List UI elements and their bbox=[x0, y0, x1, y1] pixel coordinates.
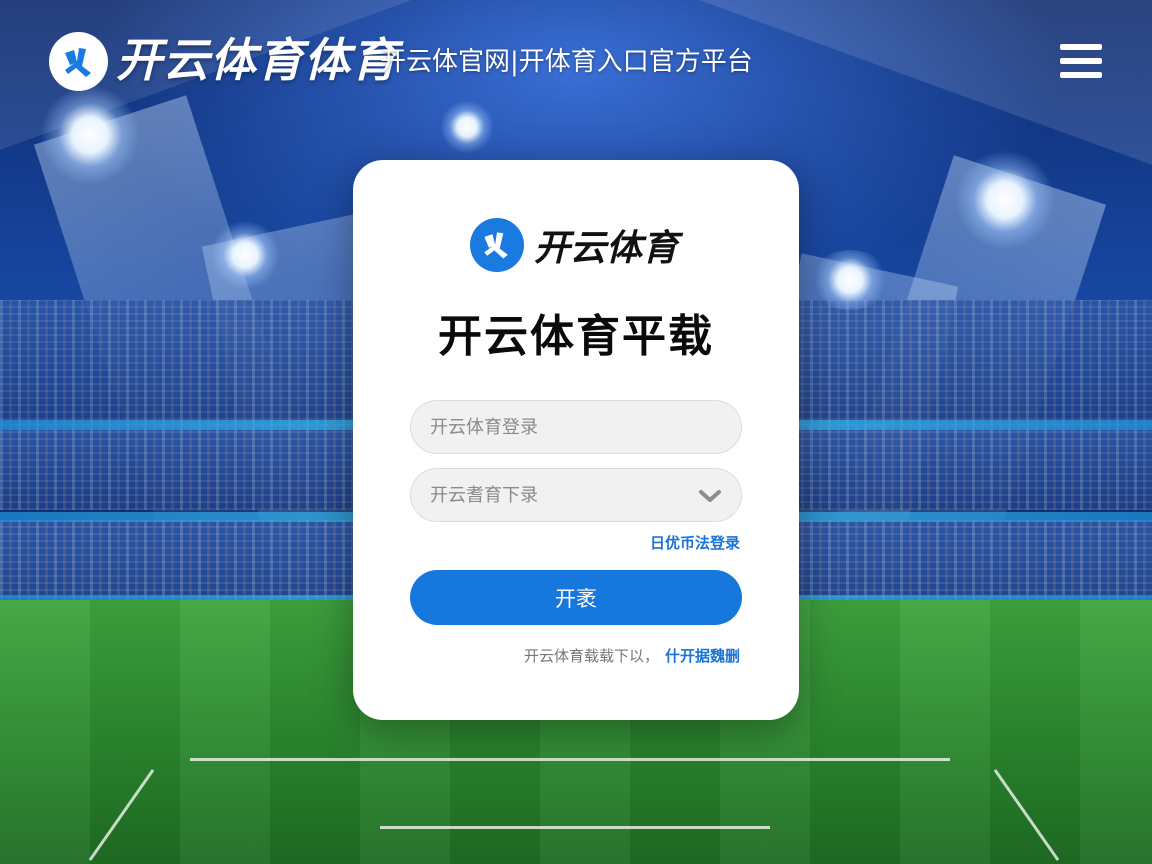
floodlight bbox=[955, 150, 1055, 250]
menu-bar bbox=[1060, 44, 1102, 50]
card-logo-name: 开云体育 bbox=[534, 227, 679, 269]
username-field[interactable] bbox=[410, 400, 742, 454]
floodlight bbox=[810, 250, 890, 310]
footer-note: 开云体育载载下以， 什开据魏删 bbox=[524, 645, 740, 666]
site-header: 开云体育体育 开云体官网|开体育入口官方平台 bbox=[0, 0, 1152, 124]
brand-logo-glyph bbox=[64, 47, 91, 77]
login-title: 开云体育平载 bbox=[438, 311, 714, 362]
login-card: 开云体育 开云体育平载 日优币法登录 开袤 开云体育载载下以， 什开据魏删 bbox=[353, 160, 799, 720]
hamburger-menu-icon[interactable] bbox=[1060, 44, 1102, 78]
username-input[interactable] bbox=[411, 401, 741, 453]
chevron-down-icon[interactable] bbox=[698, 487, 722, 505]
pitch-line bbox=[88, 769, 155, 861]
brand-logo-icon bbox=[470, 217, 524, 272]
login-submit-button[interactable]: 开袤 bbox=[410, 570, 742, 625]
login-type-select[interactable] bbox=[410, 468, 742, 522]
footer-link[interactable]: 什开据魏删 bbox=[665, 647, 740, 665]
login-type-input[interactable] bbox=[411, 469, 741, 521]
pitch-line bbox=[993, 769, 1060, 861]
brand-title[interactable]: 开云体育体育 bbox=[116, 30, 398, 90]
pitch-line bbox=[190, 758, 950, 761]
brand-logo-icon[interactable] bbox=[49, 32, 108, 91]
menu-bar bbox=[1060, 72, 1102, 78]
footer-text: 开云体育载载下以， bbox=[523, 647, 659, 665]
floodlight bbox=[210, 220, 280, 290]
pitch-line bbox=[380, 826, 770, 829]
menu-bar bbox=[1060, 58, 1102, 64]
alt-login-link[interactable]: 日优币法登录 bbox=[650, 532, 740, 553]
card-logo: 开云体育 bbox=[470, 216, 678, 273]
brand-logo-glyph bbox=[484, 231, 508, 258]
brand-tagline: 开云体官网|开体育入口官方平台 bbox=[380, 47, 753, 77]
